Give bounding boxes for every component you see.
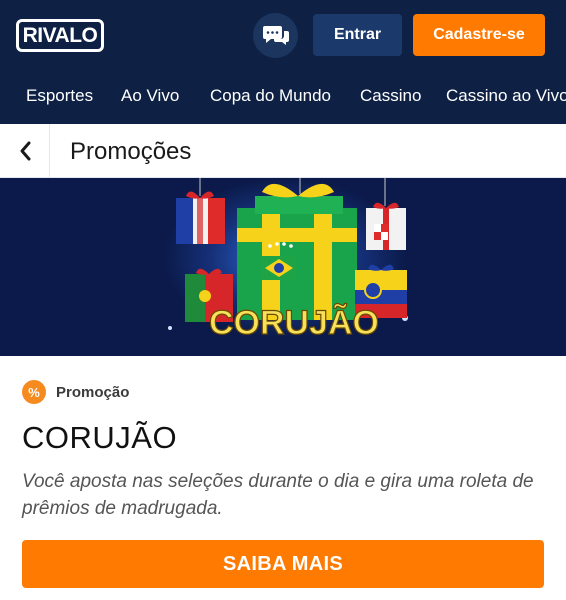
france-gift — [176, 191, 225, 244]
nav-item-ao-vivo[interactable]: Ao Vivo — [121, 86, 179, 106]
promo-description: Você aposta nas seleções durante o dia e… — [22, 471, 534, 519]
nav-item-cassino[interactable]: Cassino — [360, 86, 421, 106]
promo-tag: % Promoção — [22, 380, 129, 404]
page-title-bar: Promoções — [0, 124, 566, 178]
chevron-left-icon — [20, 141, 30, 161]
saiba-mais-button[interactable]: SAIBA MAIS — [22, 540, 544, 588]
banner-headline: CORUJÃO — [209, 304, 379, 342]
percent-badge-icon: % — [22, 380, 46, 404]
login-button[interactable]: Entrar — [313, 14, 402, 56]
chat-bubbles-icon — [262, 25, 289, 45]
brazil-gift — [237, 183, 357, 320]
back-button[interactable] — [0, 124, 50, 178]
signup-button[interactable]: Cadastre-se — [413, 14, 545, 56]
promo-title: CORUJÃO — [22, 420, 178, 455]
main-nav: Esportes Ao Vivo Copa do Mundo Cassino C… — [0, 70, 566, 124]
chat-button[interactable] — [253, 13, 298, 58]
nav-item-cassino-ao-vivo[interactable]: Cassino ao Vivo — [446, 86, 566, 106]
top-header: RIVALO Entrar Cadastre-se — [0, 0, 566, 70]
rivalo-logo[interactable]: RIVALO — [16, 19, 104, 52]
nav-item-copa-do-mundo[interactable]: Copa do Mundo — [210, 86, 331, 106]
promo-banner-image[interactable]: CORUJÃO — [0, 178, 566, 356]
croatia-gift — [366, 202, 406, 250]
promo-tag-label: Promoção — [56, 383, 130, 401]
nav-item-esportes[interactable]: Esportes — [26, 86, 93, 106]
promo-banner-art: CORUJÃO — [0, 178, 566, 356]
page-title: Promoções — [70, 138, 192, 165]
